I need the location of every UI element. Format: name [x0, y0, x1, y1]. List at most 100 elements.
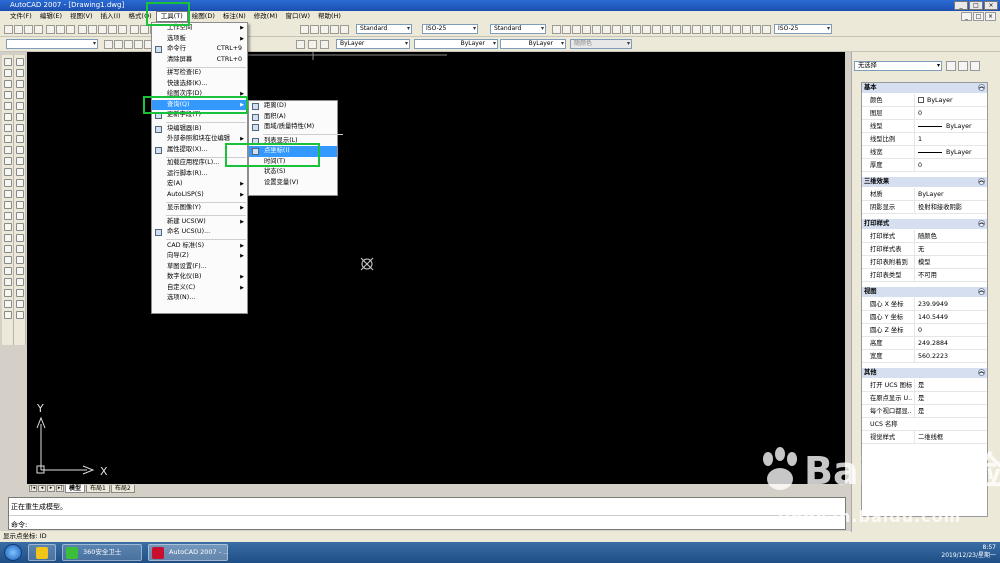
command-prompt[interactable]: 命令: [11, 520, 27, 530]
property-value[interactable]: 二维线框 [914, 431, 988, 444]
toolbar-button-icon[interactable] [712, 25, 721, 34]
property-row[interactable]: 颜色 ByLayer [862, 94, 987, 107]
property-row[interactable]: 圆心 X 坐标 239.9949 [862, 298, 987, 311]
layer-tool-icon[interactable] [134, 40, 143, 49]
multileader-style-select[interactable]: ISO-25 [774, 24, 832, 34]
start-orb-icon[interactable] [4, 544, 22, 561]
toolbar-button-icon[interactable] [602, 25, 611, 34]
menu-item[interactable]: 拼写检查(E) [152, 68, 247, 79]
modify-tool-icon[interactable] [16, 190, 24, 198]
property-row[interactable]: 圆心 Y 坐标 140.5449 [862, 311, 987, 324]
property-row[interactable]: 线型比例 1 [862, 133, 987, 146]
table-style-select[interactable]: Standard [490, 24, 546, 34]
menu-item-2[interactable]: 视图(V) [66, 11, 97, 22]
draw-tool-icon[interactable] [4, 289, 12, 297]
modify-tool-icon[interactable] [16, 124, 24, 132]
doc-close-icon[interactable]: × [985, 12, 996, 21]
property-row[interactable]: 线宽 ByLayer [862, 146, 987, 159]
menu-item-9[interactable]: 窗口(W) [281, 11, 314, 22]
minimize-icon[interactable]: _ [954, 1, 968, 10]
tab-layout-2[interactable]: 布局2 [110, 484, 135, 493]
property-row[interactable]: 宽度 560.2223 [862, 350, 987, 363]
menu-item[interactable]: 命名 UCS(U)... [152, 227, 247, 238]
draw-tool-icon[interactable] [4, 267, 12, 275]
toolbar-button-icon[interactable] [622, 25, 631, 34]
toolbar-button-icon[interactable] [4, 25, 13, 34]
draw-tool-icon[interactable] [4, 102, 12, 110]
menu-item[interactable]: 块编辑器(B) [152, 124, 247, 135]
command-window[interactable]: 正在重生成模型。 命令: [8, 497, 846, 530]
property-row[interactable]: 打印表附着到 模型 [862, 256, 987, 269]
property-value[interactable]: 0 [914, 107, 988, 120]
layer-tool-icon[interactable] [114, 40, 123, 49]
taskbar-app-autocad[interactable]: AutoCAD 2007 - ... [148, 544, 228, 561]
menu-item[interactable]: 数字化仪(B) ▶ [152, 272, 247, 283]
property-value[interactable]: ByLayer [914, 120, 988, 133]
menu-item[interactable]: 选项板 ▶ [152, 34, 247, 45]
menu-item[interactable]: 自定义(C) ▶ [152, 283, 247, 294]
layer-select[interactable] [6, 39, 98, 49]
modify-tool-icon[interactable] [16, 267, 24, 275]
toolbar-button-icon[interactable] [56, 25, 65, 34]
modify-tool-icon[interactable] [16, 289, 24, 297]
tab-nav-button[interactable]: ▸| [56, 485, 64, 492]
toolbar-button-icon[interactable] [632, 25, 641, 34]
draw-tool-icon[interactable] [4, 179, 12, 187]
modify-tool-icon[interactable] [16, 102, 24, 110]
property-row[interactable]: 高度 249.2884 [862, 337, 987, 350]
toolbar-button-icon[interactable] [78, 25, 87, 34]
draw-tool-icon[interactable] [4, 69, 12, 77]
property-value[interactable]: 140.5449 [914, 311, 988, 324]
property-value[interactable]: 1 [914, 133, 988, 146]
modify-tool-icon[interactable] [16, 245, 24, 253]
property-row[interactable]: 材质 ByLayer [862, 188, 987, 201]
property-value[interactable]: 0 [914, 324, 988, 337]
modify-tool-icon[interactable] [16, 234, 24, 242]
toolbar-button-icon[interactable] [310, 25, 319, 34]
property-category[interactable]: 基本 ︽ [862, 83, 987, 93]
property-value[interactable]: 239.9949 [914, 298, 988, 311]
collapse-icon[interactable]: ︽ [978, 178, 985, 185]
canvas-scrollbar[interactable] [845, 52, 849, 492]
collapse-icon[interactable]: ︽ [978, 84, 985, 91]
toolbar-button-icon[interactable] [572, 25, 581, 34]
modify-tool-icon[interactable] [16, 212, 24, 220]
menu-item[interactable]: 选项(N)... [152, 293, 247, 304]
modify-tool-icon[interactable] [16, 201, 24, 209]
property-row[interactable]: 在原点显示 U... 是 [862, 392, 987, 405]
property-row[interactable]: 每个视口都显... 是 [862, 405, 987, 418]
menu-item[interactable]: 清除屏幕 CTRL+0 [152, 55, 247, 66]
draw-tool-icon[interactable] [4, 80, 12, 88]
menu-item[interactable]: 面域/质量特性(M) [249, 122, 337, 133]
maximize-icon[interactable]: □ [969, 1, 983, 10]
draw-tool-icon[interactable] [4, 278, 12, 286]
modify-tool-icon[interactable] [16, 113, 24, 121]
menu-item[interactable]: 显示图像(Y) ▶ [152, 203, 247, 214]
menu-item[interactable]: 面积(A) [249, 112, 337, 123]
layer-tool-icon[interactable] [104, 40, 113, 49]
layer-tool-icon[interactable] [124, 40, 133, 49]
modify-tool-icon[interactable] [16, 80, 24, 88]
toolbar-button-icon[interactable] [722, 25, 731, 34]
text-style-select[interactable]: Standard [356, 24, 412, 34]
lineweight-select[interactable]: ByLayer [500, 39, 566, 49]
toolbar-button-icon[interactable] [98, 25, 107, 34]
linetype-select[interactable]: ByLayer [414, 39, 498, 49]
layer-tool-icon[interactable] [320, 40, 329, 49]
taskbar-pinned-ie[interactable] [28, 544, 56, 561]
toolbar-button-icon[interactable] [612, 25, 621, 34]
property-value[interactable]: 无 [914, 243, 988, 256]
property-row[interactable]: 视觉样式 二维线框 [862, 431, 987, 444]
property-value[interactable]: 随颜色 [914, 230, 988, 243]
dim-style-select[interactable]: ISO-25 [422, 24, 478, 34]
draw-tool-icon[interactable] [4, 256, 12, 264]
menu-item[interactable]: 距离(D) [249, 101, 337, 112]
close-icon[interactable]: × [984, 1, 998, 10]
menu-item-10[interactable]: 帮助(H) [314, 11, 345, 22]
menu-item[interactable]: 快速选择(K)... [152, 79, 247, 90]
modify-tool-icon[interactable] [16, 69, 24, 77]
draw-tool-icon[interactable] [4, 124, 12, 132]
selection-select[interactable]: 无选择 [854, 61, 942, 71]
modify-tool-icon[interactable] [16, 146, 24, 154]
toolbar-button-icon[interactable] [14, 25, 23, 34]
